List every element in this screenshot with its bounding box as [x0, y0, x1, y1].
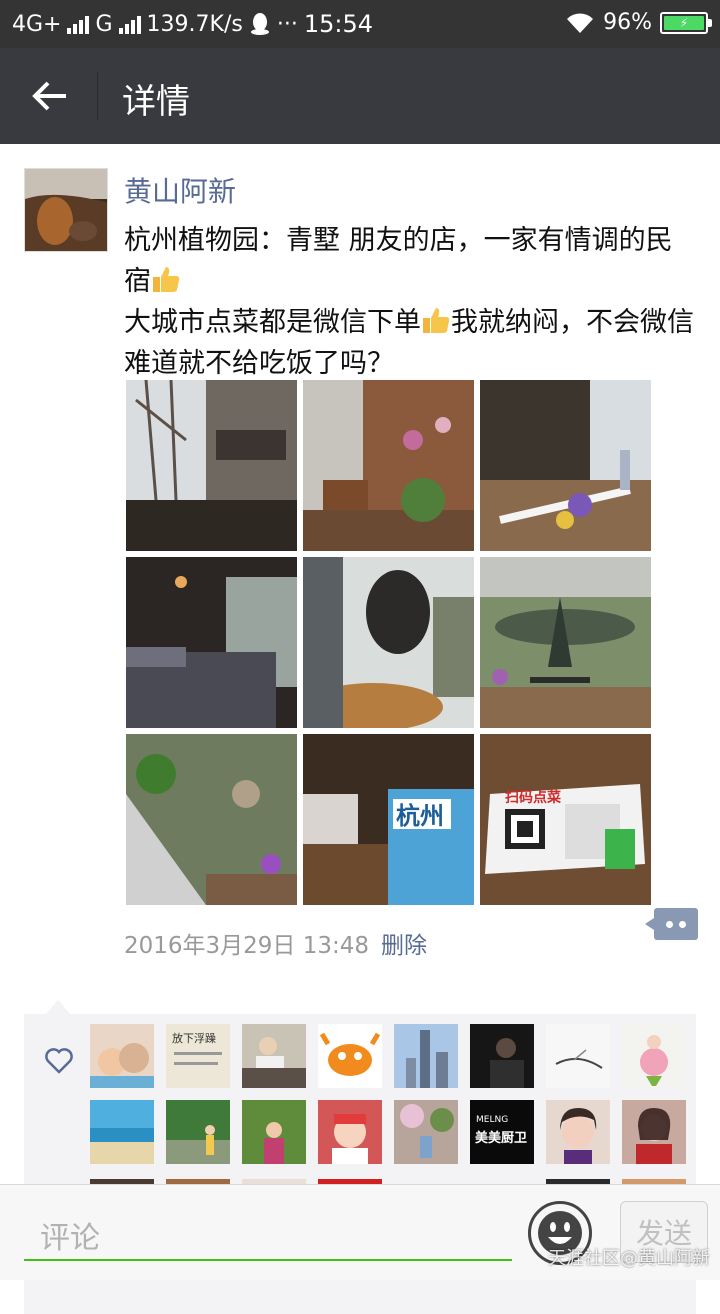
liker-avatar[interactable]: MELNG 美美厨卫: [470, 1100, 534, 1164]
status-right: 96% ⚡: [565, 10, 712, 35]
photo-8[interactable]: 杭州: [303, 734, 474, 905]
liker-avatar[interactable]: [622, 1024, 686, 1088]
liker-avatar[interactable]: [242, 1100, 306, 1164]
liker-avatar-brand: 美美厨卫: [475, 1130, 527, 1146]
book-title: 杭州: [396, 802, 444, 830]
liker-avatar[interactable]: 放下浮躁: [166, 1024, 230, 1088]
menu-title: 扫码点菜: [505, 789, 562, 806]
comment-bar: 评论 发送 天涯社区@黄山阿新: [0, 1184, 720, 1280]
wifi-icon: [567, 12, 594, 33]
photo-grid: 杭州 扫码点菜: [126, 380, 652, 905]
status-left: 4G+ G 139.7K/s ··· 15:54: [12, 10, 373, 38]
comment-placeholder: 评论: [40, 1221, 100, 1256]
comment-input[interactable]: 评论: [24, 1213, 512, 1261]
post-text-line2a: 大城市点菜都是微信下单: [124, 307, 421, 338]
clock: 15:54: [303, 10, 373, 38]
liker-avatar[interactable]: [622, 1100, 686, 1164]
post-text: 杭州植物园：青墅 朋友的店，一家有情调的民宿 大城市点菜都是微信下单 我就纳闷，不…: [124, 220, 698, 384]
arrow-left-icon: [32, 81, 66, 111]
liker-avatar[interactable]: [318, 1024, 382, 1088]
thumbs-up-icon: [153, 267, 180, 292]
post-text-line1: 杭州植物园：青墅 朋友的店，一家有情调的民宿: [124, 225, 673, 297]
liker-avatar[interactable]: [242, 1024, 306, 1088]
more-dots: ···: [276, 11, 298, 37]
heart-icon: [45, 1048, 73, 1074]
liker-avatar-brand-small: MELNG: [476, 1115, 508, 1125]
thumbs-up-icon: [423, 308, 450, 333]
liker-avatar[interactable]: [394, 1024, 458, 1088]
liker-avatar[interactable]: [546, 1100, 610, 1164]
signal-icon-2: [118, 14, 141, 34]
liker-avatar[interactable]: [90, 1024, 154, 1088]
avatar-image: [25, 169, 107, 251]
photo-5[interactable]: [303, 557, 474, 728]
comment-more-button[interactable]: [645, 908, 698, 940]
network-type-2: G: [95, 11, 113, 37]
liker-avatar[interactable]: [318, 1100, 382, 1164]
title-divider: [97, 72, 98, 120]
photo-9[interactable]: 扫码点菜: [480, 734, 651, 905]
liker-avatar[interactable]: [394, 1100, 458, 1164]
signal-icon: [67, 14, 90, 34]
liker-avatar-text: 放下浮躁: [172, 1031, 216, 1045]
photo-3[interactable]: [480, 380, 651, 551]
liker-avatar[interactable]: [166, 1100, 230, 1164]
back-button[interactable]: [20, 66, 80, 126]
qq-icon: [250, 13, 269, 35]
photo-2[interactable]: [303, 380, 474, 551]
battery-percent: 96%: [603, 10, 652, 35]
battery-icon: ⚡: [660, 11, 712, 34]
liker-avatar[interactable]: [546, 1024, 610, 1088]
photo-1[interactable]: [126, 380, 297, 551]
network-speed: 139.7K/s: [146, 11, 243, 37]
post-meta: 2016年3月29日 13:48 删除: [124, 926, 427, 960]
liker-avatar[interactable]: [90, 1100, 154, 1164]
liker-avatar[interactable]: [470, 1024, 534, 1088]
photo-4[interactable]: [126, 557, 297, 728]
watermark: 天涯社区@黄山阿新: [548, 1248, 710, 1269]
author-name[interactable]: 黄山阿新: [124, 170, 236, 210]
delete-link[interactable]: 删除: [381, 926, 427, 960]
author-avatar[interactable]: [24, 168, 108, 252]
photo-7[interactable]: [126, 734, 297, 905]
post-time: 2016年3月29日 13:48: [124, 933, 370, 959]
network-type: 4G+: [12, 11, 62, 37]
status-bar: 4G+ G 139.7K/s ··· 15:54 96% ⚡: [0, 0, 720, 48]
page-title: 详情: [122, 82, 190, 122]
title-bar: 详情: [0, 48, 720, 144]
photo-6[interactable]: [480, 557, 651, 728]
